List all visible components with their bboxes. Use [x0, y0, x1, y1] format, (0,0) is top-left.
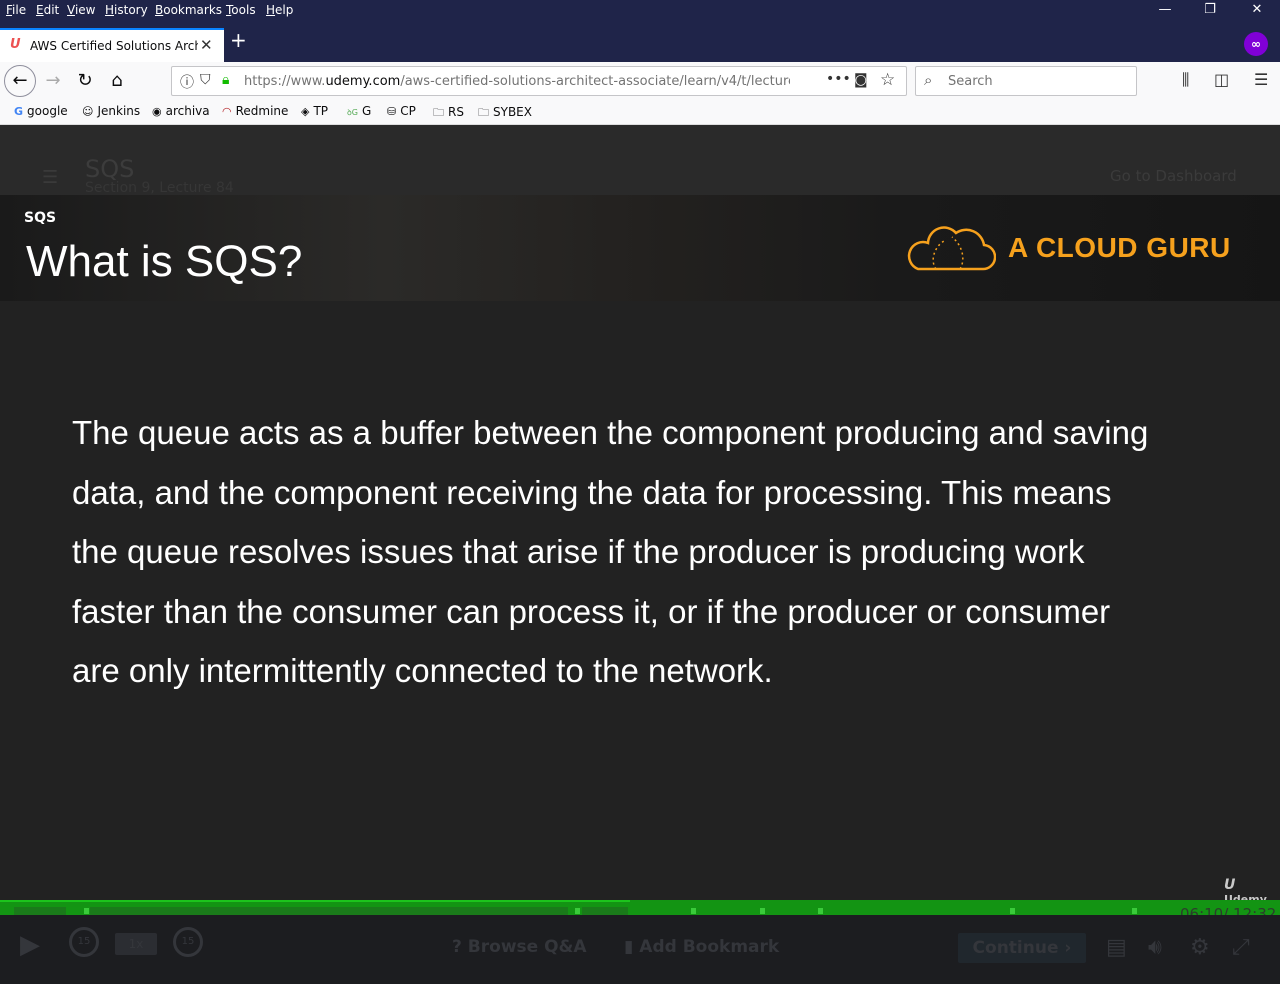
bookmark-marker[interactable]	[84, 908, 89, 914]
video-player[interactable]: ☰ SQS Section 9, Lecture 84 Go to Dashbo…	[0, 125, 1280, 984]
close-window-button[interactable]: ✕	[1237, 2, 1277, 22]
jenkins-icon: ☺	[82, 105, 94, 118]
new-tab-button[interactable]: +	[230, 28, 247, 52]
curriculum-menu-icon[interactable]: ☰	[42, 167, 58, 188]
question-icon: ?	[452, 937, 462, 957]
browse-qa-button[interactable]: ? Browse Q&A	[452, 937, 587, 957]
progress-fill	[0, 900, 630, 902]
sidebar-icon[interactable]: ◫	[1214, 70, 1229, 89]
pocket-icon[interactable]: ◙	[854, 72, 868, 88]
bookmark-marker[interactable]	[760, 908, 765, 914]
slide-body-line: The queue acts as a buffer between the c…	[72, 414, 1149, 451]
bookmark-marker[interactable]	[1132, 908, 1137, 914]
bookmark-rs[interactable]: 🗀︎ RS	[433, 104, 464, 123]
brand-name: A CLOUD GURU	[1008, 232, 1231, 263]
rewind-15-button[interactable]: 15	[69, 927, 99, 957]
tab-title: AWS Certified Solutions Architect	[30, 39, 198, 53]
page-actions-icon[interactable]: •••	[826, 71, 851, 87]
folder-icon: 🗀︎	[478, 106, 489, 119]
fullscreen-icon[interactable]: ⤢	[1232, 935, 1250, 960]
archiva-icon: ◉	[152, 105, 162, 118]
menu-help[interactable]: Help	[266, 3, 293, 17]
captions-icon[interactable]: ▤	[1106, 935, 1127, 960]
search-icon: ⌕	[924, 71, 933, 89]
continue-button[interactable]: Continue ›	[958, 933, 1086, 963]
menu-bar: File Edit View History Bookmarks Tools H…	[0, 0, 1280, 24]
bookmark-google[interactable]: Ggoogle	[14, 104, 68, 118]
volume-icon[interactable]: 🔊︎	[1148, 935, 1162, 960]
bookmark-sybex[interactable]: 🗀︎ SYBEX	[478, 104, 532, 123]
bookmark-marker[interactable]	[575, 908, 580, 914]
udemy-logo-icon: U	[1224, 877, 1236, 893]
bookmark-marker[interactable]	[1010, 908, 1015, 914]
progress-buffer-segment	[90, 907, 568, 915]
menu-view[interactable]: View	[67, 3, 95, 17]
slide-body: The queue acts as a buffer between the c…	[72, 403, 1222, 701]
search-input[interactable]: Search	[948, 74, 993, 89]
home-button[interactable]: ⌂	[102, 67, 132, 95]
tab-strip: U AWS Certified Solutions Architect ✕ + …	[0, 24, 1280, 62]
player-controls: ▶ 15 1x 15 ? Browse Q&A ▮ Add Bookmark C…	[0, 915, 1280, 984]
playback-speed-button[interactable]: 1x	[115, 933, 157, 955]
menu-history[interactable]: History	[105, 3, 148, 17]
menu-bookmarks[interactable]: Bookmarks	[155, 3, 222, 17]
url-bar[interactable]: ⓘ ⛉ 🔒︎ https://www.udemy.com/aws-certifi…	[171, 66, 907, 96]
redmine-icon: ◠	[222, 105, 232, 118]
progress-buffer-segment	[582, 907, 628, 915]
bookmark-cp[interactable]: ⛁ CP	[387, 104, 416, 118]
play-button[interactable]: ▶	[20, 930, 40, 960]
bookmarks-bar: Ggoogle ☺ Jenkins ◉ archiva ◠ Redmine ◈ TP ꝺ…	[0, 100, 1280, 125]
bookmark-marker[interactable]	[691, 908, 696, 914]
udemy-icon: U	[10, 37, 21, 52]
lecture-title: SQS	[85, 155, 135, 183]
go-to-dashboard-link[interactable]: Go to Dashboard	[1110, 167, 1237, 185]
cloud-logo-icon	[907, 226, 996, 271]
slide-body-line: are only intermittently connected to the…	[72, 652, 773, 689]
forward-15-button[interactable]: 15	[173, 927, 203, 957]
slide-tag: SQS	[24, 210, 57, 226]
menu-edit[interactable]: Edit	[36, 3, 59, 17]
library-icon[interactable]: ⫼	[1182, 70, 1189, 90]
settings-gear-icon[interactable]: ⚙	[1190, 935, 1210, 960]
forward-button[interactable]: →	[38, 67, 68, 95]
bookmark-icon: ▮	[624, 937, 634, 957]
nav-bar: ← → ↻ ⌂ ⓘ ⛉ 🔒︎ https://www.udemy.com/aws…	[0, 62, 1280, 100]
g-icon: ꝺG	[347, 108, 358, 117]
slide-body-line: the queue resolves issues that arise if …	[72, 533, 1085, 570]
back-button[interactable]: ←	[4, 65, 36, 97]
slide-banner: SQS What is SQS? A CLOUD GURU	[0, 195, 1280, 301]
lock-icon[interactable]: 🔒︎	[222, 72, 229, 88]
google-icon: G	[14, 105, 24, 118]
tab-close-icon[interactable]: ✕	[200, 36, 213, 54]
add-bookmark-button[interactable]: ▮ Add Bookmark	[624, 937, 779, 957]
bookmark-g[interactable]: ꝺG G	[347, 104, 371, 118]
cp-icon: ⛁	[387, 105, 397, 118]
info-icon[interactable]: ⓘ	[180, 72, 194, 92]
tp-icon: ◈	[301, 105, 310, 118]
minimize-button[interactable]: —	[1145, 2, 1185, 22]
bookmark-redmine[interactable]: ◠ Redmine	[222, 104, 288, 118]
lecture-subtitle: Section 9, Lecture 84	[85, 180, 234, 196]
private-browsing-icon: ∞	[1244, 32, 1268, 56]
menu-tools[interactable]: Tools	[226, 3, 256, 17]
bookmark-tp[interactable]: ◈ TP	[301, 104, 328, 118]
url-text[interactable]: https://www.udemy.com/aws-certified-solu…	[244, 74, 790, 89]
tab-udemy[interactable]: U AWS Certified Solutions Architect ✕	[0, 28, 224, 62]
bookmark-star-icon[interactable]: ☆	[880, 70, 895, 90]
slide-body-line: faster than the consumer can process it,…	[72, 592, 1111, 630]
search-bar[interactable]: ⌕ Search	[915, 66, 1137, 96]
slide-body-line: data, and the component receiving the da…	[72, 473, 1112, 511]
menu-icon[interactable]: ☰	[1254, 70, 1268, 89]
restore-button[interactable]: ❐	[1190, 2, 1230, 22]
progress-buffer-segment	[14, 907, 66, 915]
slide-title: What is SQS?	[26, 237, 303, 286]
folder-icon: 🗀︎	[433, 106, 444, 119]
bookmark-marker[interactable]	[818, 908, 823, 914]
bookmark-jenkins[interactable]: ☺ Jenkins	[82, 104, 140, 118]
tracking-shield-icon[interactable]: ⛉	[200, 72, 211, 88]
menu-file[interactable]: File	[6, 3, 26, 17]
bookmark-archiva[interactable]: ◉ archiva	[152, 104, 210, 118]
lecture-header: ☰ SQS Section 9, Lecture 84 Go to Dashbo…	[0, 125, 1280, 196]
reload-button[interactable]: ↻	[70, 67, 100, 95]
